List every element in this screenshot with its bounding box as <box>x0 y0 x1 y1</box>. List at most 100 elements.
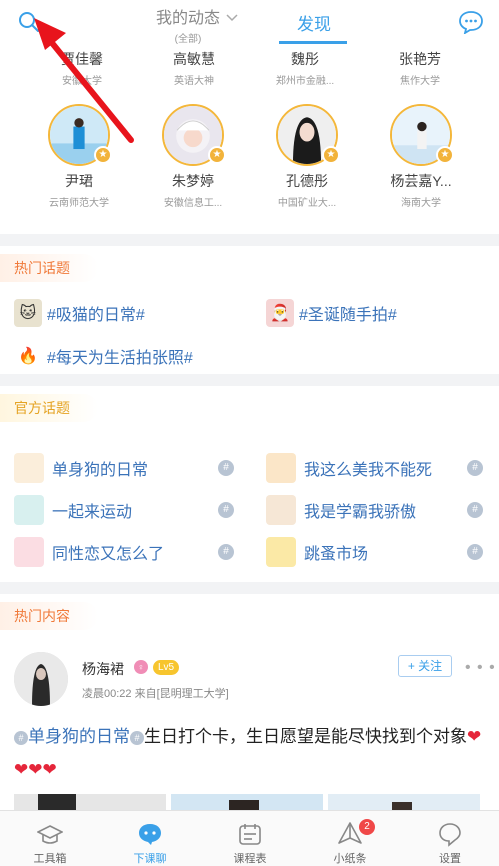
tab-label: 工具箱 <box>33 853 67 865</box>
hot-topic-item[interactable]: 🎅 #圣诞随手拍# <box>266 298 397 328</box>
post-meta: 凌晨00:22 来自[昆明理工大学] <box>82 685 229 701</box>
person-card[interactable]: 张艳芳 焦作大学 <box>365 50 475 87</box>
section-title: 官方话题 <box>0 394 98 422</box>
person-school: 郑州市金融... <box>275 76 335 87</box>
chat-bubble-icon <box>139 824 161 845</box>
hash-icon: # <box>14 731 28 745</box>
hot-topic-item[interactable]: 🐱 #吸猫的日常# <box>14 298 145 328</box>
topic-label: #每天为生活拍张照# <box>47 350 193 367</box>
post-topic-tag[interactable]: 单身狗的日常 <box>28 727 130 746</box>
more-options-icon[interactable]: • • • <box>465 659 496 677</box>
star-badge-icon: ★ <box>436 146 454 164</box>
person-school: 云南师范大学 <box>49 198 109 209</box>
tab-my-dynamics-filter: (全部) <box>174 34 202 45</box>
official-topic-item[interactable]: 我这么美我不能死 <box>266 453 432 483</box>
post-author-name[interactable]: 杨海裙 <box>82 659 124 679</box>
section-title: 热门内容 <box>0 602 98 630</box>
person-school: 安徽大学 <box>62 76 102 87</box>
person-card[interactable]: 贾佳馨 安徽大学 <box>27 50 137 87</box>
tab-settings[interactable]: 设置 <box>400 811 499 866</box>
post-time: 凌晨00:22 <box>82 688 132 700</box>
topic-label: 一起来运动 <box>52 504 133 521</box>
official-topic-item[interactable]: 同性恋又怎么了 <box>14 537 164 567</box>
glasses-icon <box>266 495 296 525</box>
tab-my-dynamics-label: 我的动态 <box>155 10 220 27</box>
topic-label: #吸猫的日常# <box>47 307 145 324</box>
topic-label: 跳蚤市场 <box>304 546 369 563</box>
female-icon: ♀ <box>134 660 148 674</box>
person-school: 英语大神 <box>174 76 214 87</box>
tab-my-dynamics[interactable]: 我的动态 (全部) <box>152 4 224 45</box>
bottom-tab-bar: 工具箱 下课聊 课程表 2 小纸条 设置 <box>0 810 499 866</box>
person-card[interactable]: 高敏慧 英语大神 <box>139 50 249 87</box>
recommended-people: 贾佳馨 安徽大学 高敏慧 英语大神 魏彤 郑州市金融... 张艳芳 焦作大学 ★… <box>0 44 499 234</box>
person-school: 安徽信息工... <box>163 198 223 209</box>
sneaker-icon <box>14 495 44 525</box>
tab-schedule[interactable]: 课程表 <box>200 811 300 866</box>
star-badge-icon: ★ <box>322 146 340 164</box>
dog-icon <box>14 453 44 483</box>
person-name: 高敏慧 <box>173 51 215 67</box>
person-card[interactable]: 尹珺 云南师范大学 <box>24 172 134 209</box>
tab-chat[interactable]: 下课聊 <box>100 811 200 866</box>
hot-topics-section: 热门话题 🐱 #吸猫的日常# 🎅 #圣诞随手拍# 🔥 #每天为生活拍张照# <box>0 246 499 374</box>
chevron-down-icon[interactable] <box>226 14 238 22</box>
topic-label: 同性恋又怎么了 <box>52 546 165 563</box>
person-card[interactable]: 朱梦婷 安徽信息工... <box>138 172 248 209</box>
pig-icon <box>14 537 44 567</box>
tab-toolbox[interactable]: 工具箱 <box>0 811 100 866</box>
official-topics-section: 官方话题 单身狗的日常 我这么美我不能死 一起来运动 我是学霸我骄傲 同性恋又怎… <box>0 386 499 582</box>
tab-label: 下课聊 <box>133 853 167 865</box>
chat-icon[interactable] <box>458 10 484 34</box>
official-topic-item[interactable]: 跳蚤市场 <box>266 537 368 567</box>
unread-badge: 2 <box>359 819 375 835</box>
official-topic-item[interactable]: 我是学霸我骄傲 <box>266 495 416 525</box>
top-header: 我的动态 (全部) 发现 <box>0 0 499 45</box>
topic-label: 我这么美我不能死 <box>304 462 433 479</box>
person-name: 贾佳馨 <box>61 51 103 67</box>
follow-button[interactable]: + 关注 <box>398 655 452 677</box>
schedule-icon <box>239 824 261 845</box>
search-icon[interactable] <box>18 11 40 33</box>
tab-discover[interactable]: 发现 <box>279 10 349 35</box>
hot-topic-item[interactable]: 🔥 #每天为生活拍张照# <box>14 341 193 371</box>
tab-label: 课程表 <box>233 853 267 865</box>
person-card[interactable]: 孔德彤 中国矿业大... <box>252 172 362 209</box>
person-name: 魏彤 <box>291 51 319 67</box>
people-row-top: 贾佳馨 安徽大学 高敏慧 英语大神 魏彤 郑州市金融... 张艳芳 焦作大学 <box>0 48 499 88</box>
star-badge-icon: ★ <box>94 146 112 164</box>
person-name: 杨芸嘉Y... <box>390 173 452 189</box>
post-source: 来自[昆明理工大学] <box>134 688 229 700</box>
person-name: 朱梦婷 <box>172 173 214 189</box>
section-title: 热门话题 <box>0 254 98 282</box>
tab-label: 设置 <box>439 853 461 865</box>
settings-icon <box>439 823 461 847</box>
hash-icon: # <box>130 731 144 745</box>
tab-label: 小纸条 <box>333 853 367 865</box>
person-name: 尹珺 <box>65 173 93 189</box>
face-icon <box>266 453 296 483</box>
post-body: # 单身狗的日常 # 生日打个卡，生日愿望是能尽快找到个对象❤❤❤❤ <box>14 720 488 786</box>
cat-icon: 🐱 <box>14 299 42 327</box>
fire-icon: 🔥 <box>18 348 38 365</box>
mortarboard-icon <box>37 825 63 844</box>
official-topic-item[interactable]: 单身狗的日常 <box>14 453 148 483</box>
person-name: 孔德彤 <box>286 173 328 189</box>
topic-label: 我是学霸我骄傲 <box>304 504 417 521</box>
santa-icon: 🎅 <box>266 299 294 327</box>
person-school: 焦作大学 <box>400 76 440 87</box>
topic-label: #圣诞随手拍# <box>299 307 397 324</box>
post-author-avatar[interactable] <box>14 652 68 706</box>
person-school: 中国矿业大... <box>277 198 337 209</box>
person-card[interactable]: 杨芸嘉Y... 海南大学 <box>366 172 476 209</box>
person-card[interactable]: 魏彤 郑州市金融... <box>250 50 360 87</box>
level-badge: Lv5 <box>153 660 180 675</box>
topic-label: 单身狗的日常 <box>52 462 149 479</box>
person-school: 海南大学 <box>401 198 441 209</box>
star-badge-icon: ★ <box>208 146 226 164</box>
post-text: 生日打个卡，生日愿望是能尽快找到个对象 <box>144 727 467 746</box>
money-bag-icon <box>266 537 296 567</box>
tab-notes[interactable]: 2 小纸条 <box>300 811 400 866</box>
person-name: 张艳芳 <box>399 51 441 67</box>
official-topic-item[interactable]: 一起来运动 <box>14 495 132 525</box>
